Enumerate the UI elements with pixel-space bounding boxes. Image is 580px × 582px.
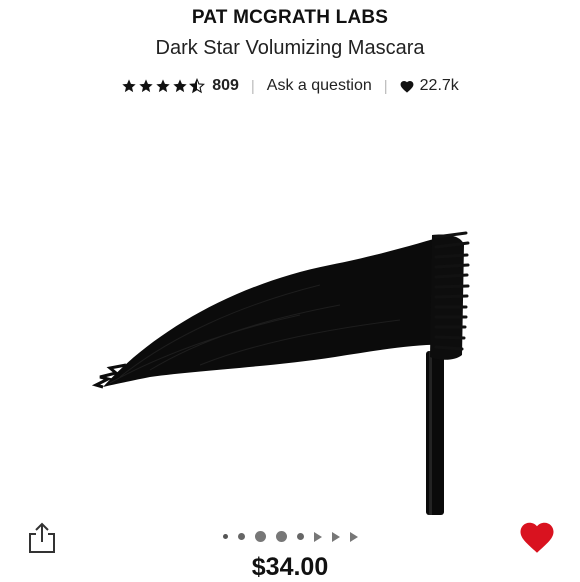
carousel-indicator (0, 531, 580, 542)
carousel-dot-active[interactable] (254, 531, 266, 542)
star-icon (122, 79, 136, 93)
brand-name[interactable]: PAT MCGRATH LABS (0, 7, 580, 29)
heart-icon (400, 80, 414, 93)
separator: | (250, 77, 255, 95)
heart-filled-icon (520, 522, 554, 553)
product-meta-row: 809 | Ask a question | 22.7k (0, 77, 580, 95)
star-icon (139, 79, 153, 93)
separator: | (383, 77, 388, 95)
loves-count-group: 22.7k (400, 77, 459, 95)
carousel-video-indicator[interactable] (313, 531, 322, 542)
love-button[interactable] (519, 520, 555, 554)
loves-count: 22.7k (419, 77, 459, 94)
ask-question-link[interactable]: Ask a question (267, 77, 372, 95)
star-half-icon (189, 78, 206, 94)
product-image (91, 231, 470, 515)
price: $34.00 (251, 553, 329, 581)
carousel-video-indicator[interactable] (331, 531, 340, 542)
product-name: Dark Star Volumizing Mascara (155, 37, 425, 59)
carousel-video-indicator[interactable] (349, 531, 358, 542)
mascara-brush (426, 231, 470, 515)
star-icon (156, 79, 170, 93)
star-icon (173, 79, 187, 93)
rating-stars[interactable]: 809 (121, 77, 239, 95)
review-count[interactable]: 809 (212, 77, 239, 95)
carousel-dot[interactable] (275, 531, 287, 542)
mascara-swatch (91, 235, 452, 389)
carousel-dot[interactable] (296, 533, 304, 540)
carousel-dot[interactable] (222, 534, 228, 539)
carousel-dot[interactable] (237, 533, 245, 540)
